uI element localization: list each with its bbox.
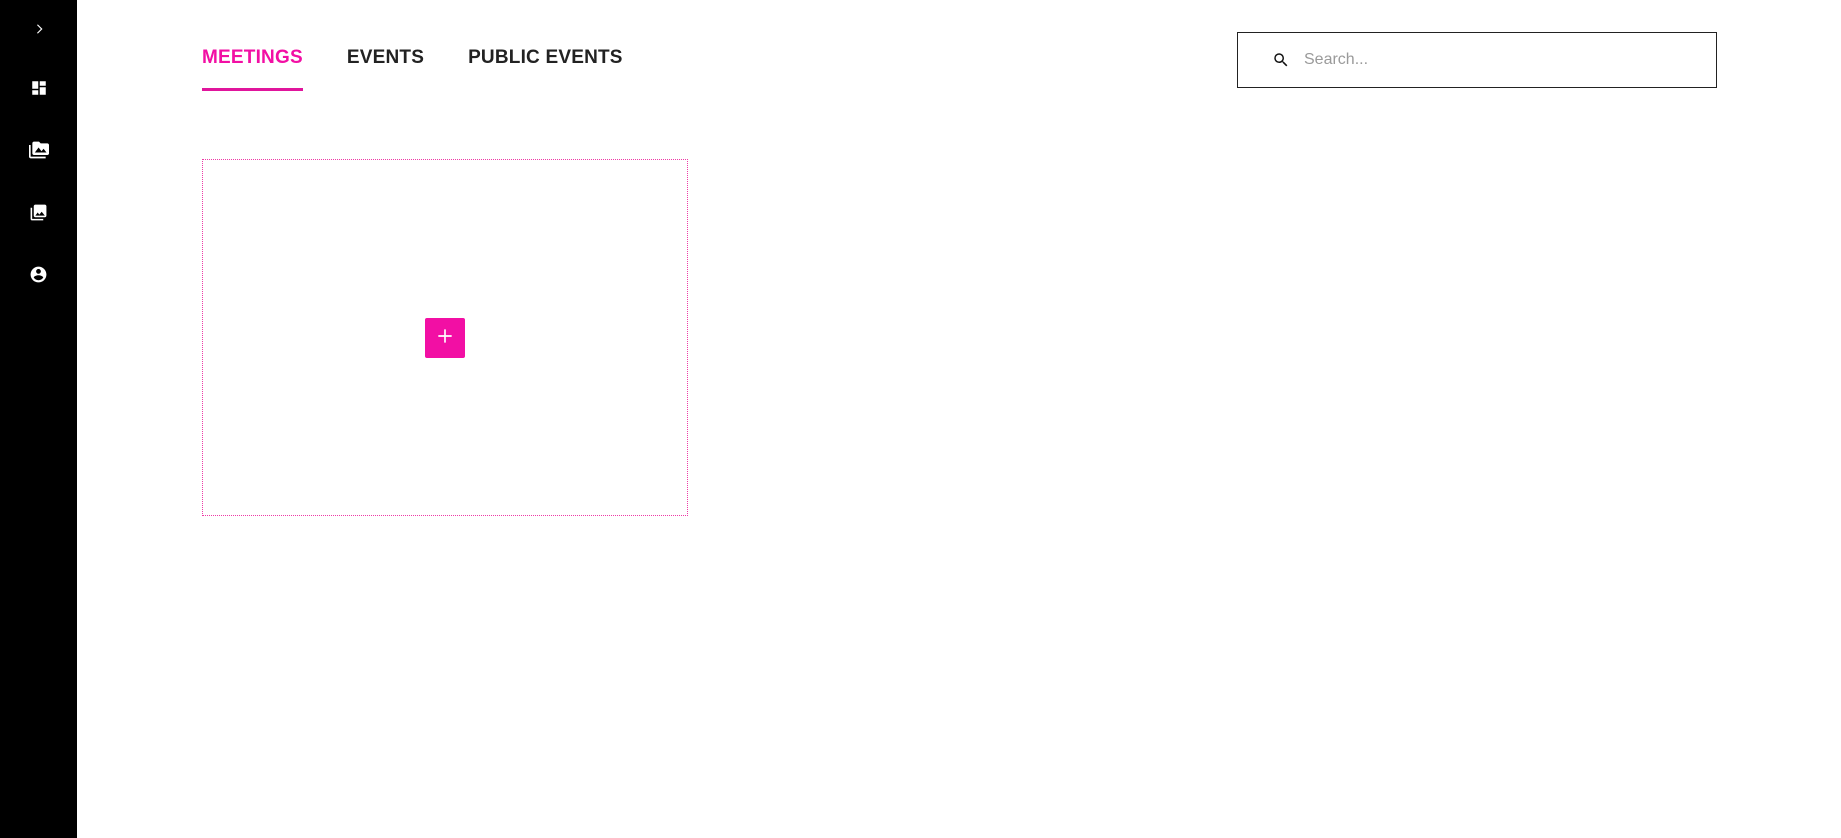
photo-library-icon <box>28 140 49 160</box>
sidebar-expand-button[interactable] <box>0 9 77 49</box>
account-circle-icon <box>29 265 48 284</box>
tab-meetings[interactable]: MEETINGS <box>202 36 303 91</box>
sidebar-item-collections[interactable] <box>0 192 77 232</box>
add-meeting-button[interactable] <box>425 318 465 358</box>
search-input[interactable] <box>1302 44 1686 76</box>
search-box[interactable] <box>1237 32 1717 88</box>
tab-bar: MEETINGS EVENTS PUBLIC EVENTS <box>202 36 667 91</box>
sidebar-item-account[interactable] <box>0 254 77 294</box>
app-root: MEETINGS EVENTS PUBLIC EVENTS <box>0 0 1841 838</box>
sidebar-item-photo-library[interactable] <box>0 130 77 170</box>
add-meeting-card[interactable] <box>202 159 688 516</box>
collections-icon <box>29 203 48 222</box>
sidebar-item-dashboard[interactable] <box>0 68 77 108</box>
tab-events[interactable]: EVENTS <box>347 36 424 91</box>
plus-icon <box>435 326 455 351</box>
dashboard-icon <box>30 79 48 97</box>
search-icon <box>1268 47 1294 73</box>
tab-public-events[interactable]: PUBLIC EVENTS <box>468 36 623 91</box>
chevron-right-icon <box>32 22 46 36</box>
sidebar <box>0 0 77 838</box>
